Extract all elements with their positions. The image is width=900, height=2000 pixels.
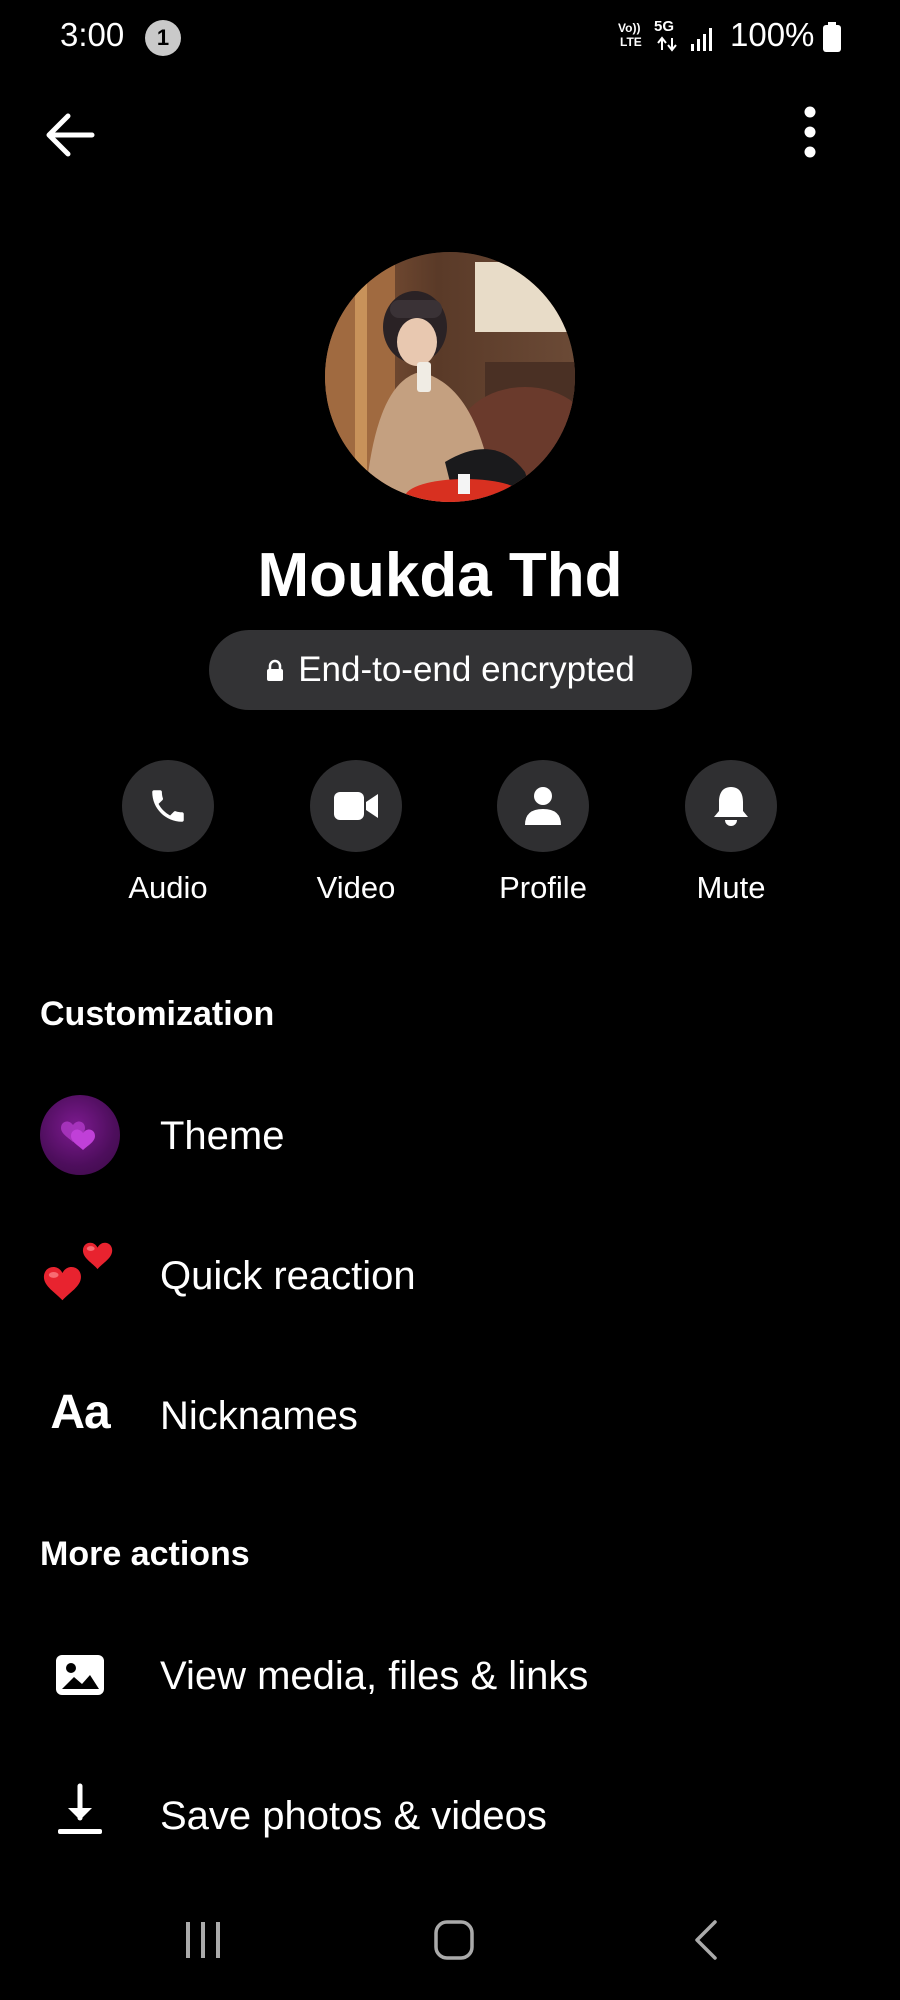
profile-label: Profile	[499, 870, 587, 905]
image-icon	[56, 1655, 104, 1695]
nicknames-icon-wrap: Aa	[40, 1372, 120, 1452]
profile-avatar[interactable]	[325, 252, 575, 502]
theme-icon-wrap	[40, 1095, 120, 1175]
notification-count-badge: 1	[145, 20, 181, 56]
video-call-button[interactable]: Video	[286, 760, 426, 910]
lock-icon	[267, 659, 284, 681]
network-indicators: Vo)) LTE 5G	[618, 18, 718, 56]
customization-title: Customization	[40, 995, 275, 1033]
nicknames-row[interactable]: Aa Nicknames	[0, 1360, 900, 1470]
home-icon	[434, 1920, 474, 1960]
audio-icon-circle	[122, 760, 214, 852]
profile-button[interactable]: Profile	[473, 760, 613, 910]
view-media-row[interactable]: View media, files & links	[0, 1620, 900, 1730]
quick-reaction-label: Quick reaction	[160, 1254, 416, 1298]
avatar-photo	[325, 252, 575, 502]
text-aa-icon: Aa	[50, 1385, 110, 1439]
battery-icon	[823, 22, 841, 52]
quick-reaction-row[interactable]: Quick reaction	[0, 1220, 900, 1330]
more-vertical-icon	[804, 106, 816, 158]
home-button[interactable]	[414, 1900, 494, 1980]
system-nav-bar	[0, 1880, 900, 2000]
recents-icon	[186, 1922, 220, 1958]
nav-back-icon	[695, 1920, 717, 1960]
audio-label: Audio	[128, 870, 208, 905]
download-icon	[58, 1783, 102, 1834]
bell-icon	[714, 787, 748, 826]
mute-label: Mute	[696, 870, 766, 905]
save-photos-icon-wrap	[40, 1770, 120, 1850]
view-media-icon-wrap	[40, 1635, 120, 1715]
recents-button[interactable]	[163, 1900, 243, 1980]
lte-label: LTE	[620, 35, 642, 49]
theme-label: Theme	[160, 1114, 285, 1158]
back-button[interactable]	[40, 105, 100, 165]
view-media-label: View media, files & links	[160, 1654, 589, 1698]
status-bar: 3:00 1 Vo)) LTE 5G 100%	[0, 0, 900, 74]
save-photos-row[interactable]: Save photos & videos	[0, 1760, 900, 1870]
audio-call-button[interactable]: Audio	[98, 760, 238, 910]
more-actions-title: More actions	[40, 1535, 250, 1573]
profile-name: Moukda Thd	[257, 541, 623, 610]
network-type-label: 5G	[654, 18, 675, 35]
save-photos-label: Save photos & videos	[160, 1794, 547, 1838]
quick-reaction-icon-wrap	[40, 1232, 120, 1312]
data-arrows-icon	[657, 36, 677, 52]
two-hearts-icon	[43, 1242, 113, 1301]
volte-label: Vo))	[618, 21, 641, 35]
encryption-label: End-to-end encrypted	[298, 650, 635, 689]
profile-icon-circle	[497, 760, 589, 852]
arrow-left-icon	[46, 113, 95, 157]
video-label: Video	[316, 870, 396, 905]
phone-icon	[152, 790, 184, 822]
theme-hearts-icon	[40, 1095, 120, 1175]
mute-button[interactable]: Mute	[661, 760, 801, 910]
encryption-badge[interactable]: End-to-end encrypted	[209, 630, 692, 710]
mute-icon-circle	[685, 760, 777, 852]
nav-back-button[interactable]	[667, 1900, 747, 1980]
battery-percent: 100%	[730, 16, 815, 53]
nicknames-label: Nicknames	[160, 1394, 358, 1438]
more-options-button[interactable]	[790, 100, 830, 164]
conversation-details-screen: 3:00 1 Vo)) LTE 5G 100% Moukda Thd End-t…	[0, 0, 900, 2000]
status-time: 3:00	[60, 16, 125, 53]
video-icon-circle	[310, 760, 402, 852]
video-camera-icon	[334, 792, 378, 820]
signal-strength-icon	[691, 28, 712, 51]
person-icon	[525, 787, 561, 825]
theme-row[interactable]: Theme	[0, 1080, 900, 1190]
